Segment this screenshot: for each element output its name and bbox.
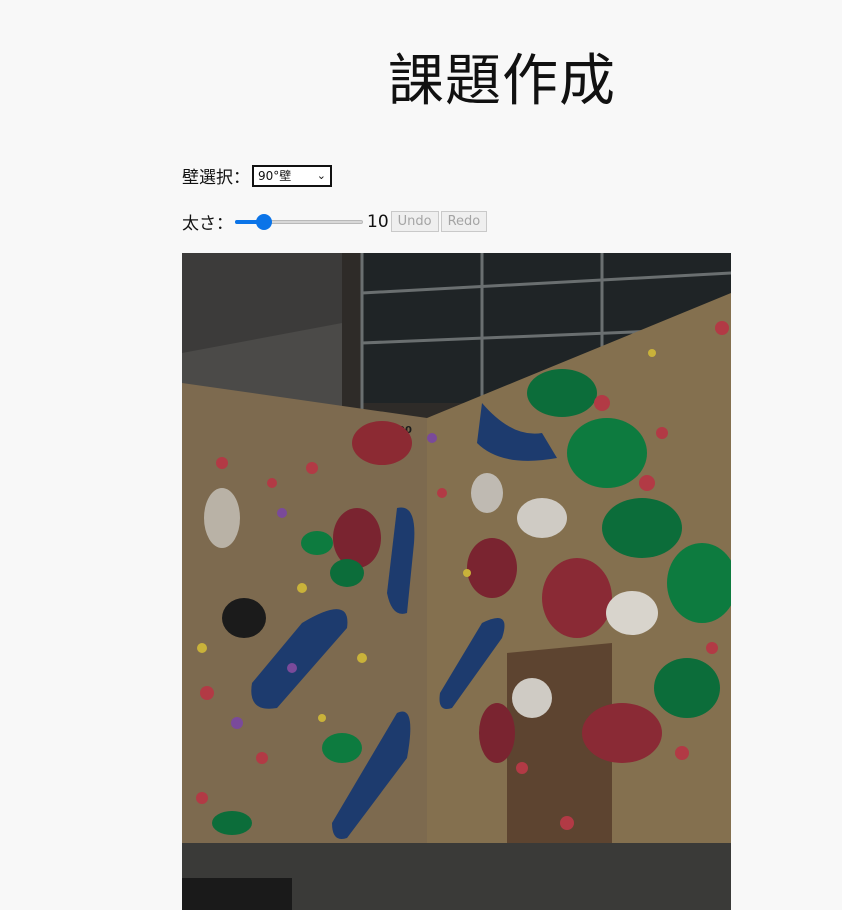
wall-select-label: 壁選択： xyxy=(182,168,250,188)
wall-photo: 90 xyxy=(182,253,731,910)
undo-button[interactable]: Undo xyxy=(390,211,439,232)
brush-size-row: 太さ： 10 Undo Redo xyxy=(182,209,488,234)
chevron-down-icon: ⌄ xyxy=(316,169,326,182)
brush-size-value: 10 xyxy=(367,211,389,232)
wall-select[interactable]: 90°壁 ⌄ xyxy=(252,164,332,187)
page-title: 課題作成 xyxy=(388,49,616,114)
wall-select-row: 壁選択： 90°壁 ⌄ xyxy=(182,163,332,188)
wall-canvas[interactable]: 90 xyxy=(182,253,731,910)
wall-select-value: 90°壁 xyxy=(258,169,292,183)
brush-size-slider[interactable] xyxy=(235,213,363,231)
brush-size-label: 太さ： xyxy=(182,214,233,234)
redo-button[interactable]: Redo xyxy=(440,211,488,232)
slider-thumb[interactable] xyxy=(255,213,272,230)
